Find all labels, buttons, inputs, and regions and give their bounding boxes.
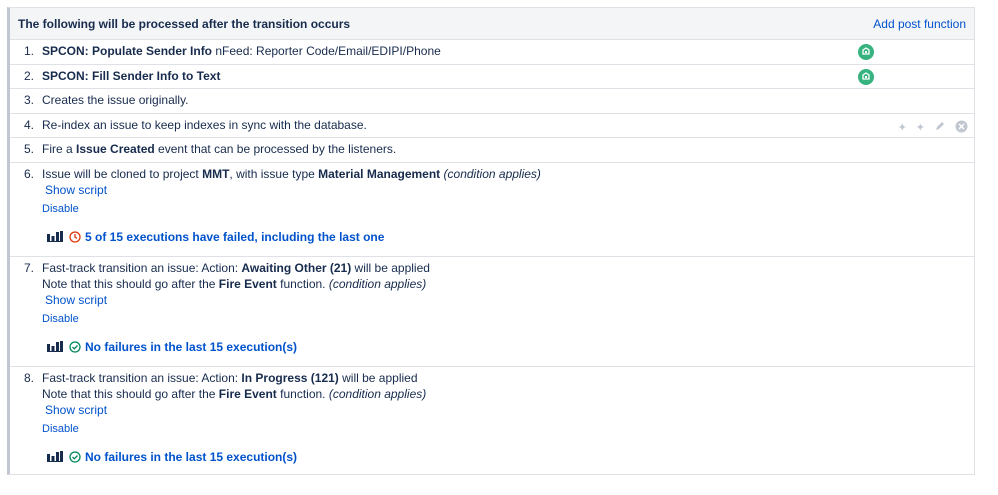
row-number: 5. <box>10 142 42 157</box>
row-text: Fire a Issue Created event that can be p… <box>42 142 396 157</box>
row-text: SPCON: Populate Sender Info nFeed: Repor… <box>42 44 441 59</box>
post-function-row: 7. Fast-track transition an issue: Actio… <box>10 257 974 367</box>
show-script-link[interactable]: Show script <box>45 293 107 307</box>
move-up-icon[interactable]: ✦ <box>898 122 907 134</box>
post-function-row: 8. Fast-track transition an issue: Actio… <box>10 367 974 475</box>
row-number: 1. <box>10 44 42 59</box>
move-down-icon[interactable]: ✦ <box>916 122 925 134</box>
panel-header: The following will be processed after th… <box>10 8 974 40</box>
row-number: 6. <box>10 167 42 182</box>
edit-icon[interactable] <box>934 120 946 135</box>
row-text: SPCON: Fill Sender Info to Text <box>42 69 220 84</box>
chart-bar-icon <box>47 451 63 462</box>
clock-fail-icon <box>69 231 81 243</box>
chart-bar-icon <box>47 341 63 352</box>
execution-status-text: No failures in the last 15 execution(s) <box>85 340 297 354</box>
delete-icon[interactable] <box>955 120 968 136</box>
check-circle-icon <box>69 451 81 463</box>
addon-icon <box>858 44 874 60</box>
row-number: 3. <box>10 93 42 108</box>
check-circle-icon <box>69 341 81 353</box>
post-function-row: 4. Re-index an issue to keep indexes in … <box>10 114 974 139</box>
row-note: Note that this should go after the Fire … <box>10 386 974 402</box>
addon-icon <box>858 69 874 85</box>
chart-bar-icon <box>47 231 63 242</box>
post-function-row: 1. SPCON: Populate Sender Info nFeed: Re… <box>10 40 974 65</box>
row-number: 2. <box>10 69 42 84</box>
show-script-link[interactable]: Show script <box>45 183 107 197</box>
row-number: 8. <box>10 371 42 386</box>
row-text: Fast-track transition an issue: Action: … <box>42 261 430 276</box>
post-function-row: 5. Fire a Issue Created event that can b… <box>10 138 974 163</box>
row-text: Creates the issue originally. <box>42 93 189 108</box>
disable-link[interactable]: Disable <box>42 423 79 435</box>
post-function-row: 6. Issue will be cloned to project MMT, … <box>10 163 974 257</box>
execution-status[interactable]: 5 of 15 executions have failed, includin… <box>10 229 974 245</box>
post-function-row: 2. SPCON: Fill Sender Info to Text <box>10 65 974 90</box>
execution-status[interactable]: No failures in the last 15 execution(s) <box>10 339 974 355</box>
post-functions-panel: The following will be processed after th… <box>7 7 975 475</box>
row-actions: ✦ ✦ <box>898 120 968 136</box>
show-script-link[interactable]: Show script <box>45 403 107 417</box>
row-text: Re-index an issue to keep indexes in syn… <box>42 118 367 133</box>
add-post-function-link[interactable]: Add post function <box>873 17 966 31</box>
panel-title: The following will be processed after th… <box>18 17 350 31</box>
disable-link[interactable]: Disable <box>42 313 79 325</box>
execution-status[interactable]: No failures in the last 15 execution(s) <box>10 449 974 465</box>
execution-status-text: No failures in the last 15 execution(s) <box>85 450 297 464</box>
execution-status-text: 5 of 15 executions have failed, includin… <box>85 230 384 244</box>
row-number: 7. <box>10 261 42 276</box>
disable-link[interactable]: Disable <box>42 203 79 215</box>
row-text: Issue will be cloned to project MMT, wit… <box>42 167 541 182</box>
row-number: 4. <box>10 118 42 133</box>
row-note: Note that this should go after the Fire … <box>10 276 974 292</box>
row-text: Fast-track transition an issue: Action: … <box>42 371 418 386</box>
post-function-row: 3. Creates the issue originally. <box>10 89 974 114</box>
